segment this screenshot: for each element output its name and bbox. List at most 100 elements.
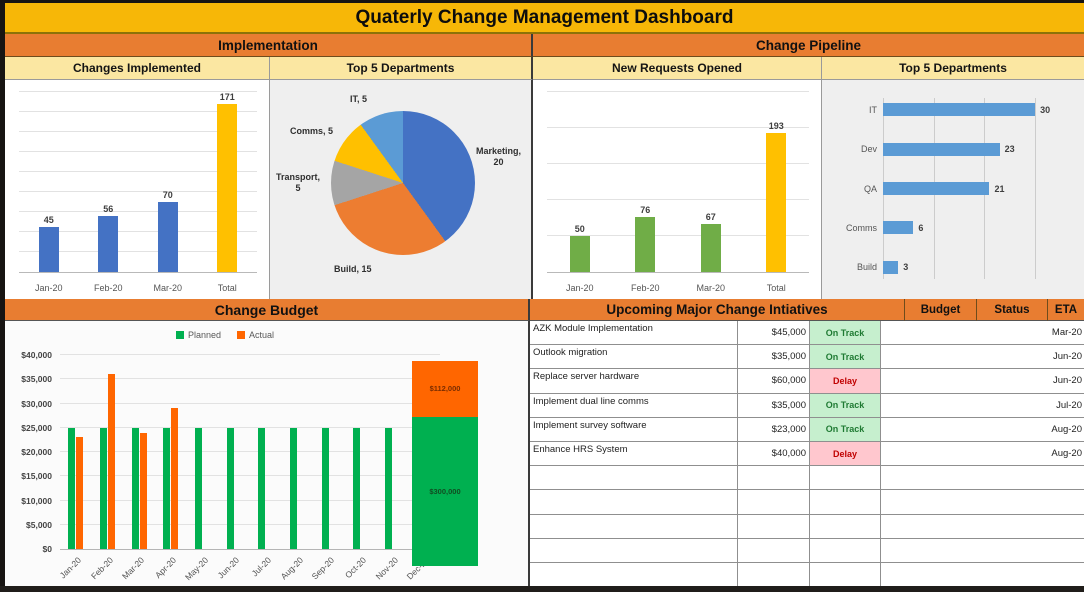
pie-label-build: Build, 15 — [334, 264, 372, 275]
pie-label-comms: Comms, 5 — [290, 126, 333, 137]
bar-pair — [258, 355, 273, 549]
ytick-label: $40,000 — [4, 350, 52, 360]
legend-label: Actual — [249, 330, 274, 340]
section-header-implementation: Implementation — [5, 34, 533, 57]
table-row: Outlook migration$35,000On TrackJun-20 — [530, 345, 1084, 369]
bar-group: 56 — [79, 92, 139, 272]
column-header-eta: ETA — [1048, 299, 1084, 321]
bar-group: Build3 — [822, 248, 1076, 287]
bar-jan-20 — [39, 227, 59, 272]
bar-group: 171 — [198, 92, 258, 272]
bar-group — [60, 355, 92, 549]
bar-pair — [195, 355, 210, 549]
subheader-row: Changes Implemented Top 5 Departments Ne… — [5, 57, 1084, 80]
bar-group: 67 — [678, 92, 744, 272]
bar-dev — [883, 143, 1000, 156]
cell-eta — [881, 466, 1084, 489]
cell-status — [810, 563, 881, 586]
bar-group: 76 — [613, 92, 679, 272]
data-label: 70 — [163, 190, 173, 200]
data-label: 67 — [706, 212, 716, 222]
bar-jan-20 — [570, 236, 590, 272]
ytick-label: $30,000 — [4, 399, 52, 409]
cell-eta: Jun-20 — [881, 345, 1084, 368]
bar-planned — [227, 428, 234, 549]
cell-eta: Mar-20 — [881, 321, 1084, 344]
stacked-segment-actual: $112,000 — [412, 361, 478, 417]
plot-area: 455670171 — [19, 92, 257, 273]
data-label: 6 — [918, 223, 923, 233]
ytick-label: $5,000 — [4, 520, 52, 530]
cell-budget — [738, 466, 810, 489]
ytick-label: $15,000 — [4, 471, 52, 481]
section-header-change-pipeline: Change Pipeline — [533, 34, 1084, 57]
chart-top5-departments-pie: Marketing, 20Build, 15Transport, 5Comms,… — [270, 80, 533, 299]
cell-initiative-name — [530, 539, 738, 562]
bar-mar-20 — [701, 224, 721, 272]
cell-initiative-name — [530, 563, 738, 586]
cell-budget: $35,000 — [738, 345, 810, 368]
data-label: 3 — [903, 262, 908, 272]
bar-planned — [353, 428, 360, 549]
bar-series: 507667193 — [547, 92, 809, 272]
stacked-total-bar: $112,000$300,000 — [412, 361, 478, 566]
bar-group — [377, 355, 409, 549]
charts-row: 455670171Jan-20Feb-20Mar-20Total Marketi… — [5, 80, 1084, 299]
bar-planned — [290, 428, 297, 549]
bar-qa — [883, 182, 989, 195]
bar-actual — [108, 374, 115, 549]
bar-comms — [883, 221, 913, 234]
lower-header-row: Change Budget Upcoming Major Change Inti… — [5, 299, 1084, 321]
ytick-label: $0 — [4, 544, 52, 554]
category-axis: Jan-20Feb-20Mar-20Total — [19, 283, 257, 293]
bar-group: IT30 — [822, 90, 1076, 129]
legend-item-actual: Actual — [237, 330, 274, 340]
bar-planned — [322, 428, 329, 549]
table-row: Implement survey software$23,000On Track… — [530, 418, 1084, 442]
axis-label: Jan-20 — [19, 283, 79, 293]
header-upcoming-initiatives: Upcoming Major Change Intiatives — [530, 299, 905, 321]
chart-changes-implemented: 455670171Jan-20Feb-20Mar-20Total — [5, 80, 270, 299]
legend-swatch — [237, 331, 245, 339]
bottom-row: PlannedActual$0$5,000$10,000$15,000$20,0… — [5, 321, 1084, 586]
pie-chart — [331, 111, 475, 255]
cell-status — [810, 490, 881, 513]
legend-item-planned: Planned — [176, 330, 221, 340]
cell-initiative-name: Replace server hardware — [530, 369, 738, 392]
bar-pair — [100, 355, 115, 549]
bar-mar-20 — [158, 202, 178, 272]
axis-label: Comms — [822, 223, 883, 233]
pie-label-marketing: Marketing, 20 — [476, 146, 521, 168]
data-label: 193 — [769, 121, 784, 131]
bar-planned — [132, 428, 139, 549]
bar-group — [250, 355, 282, 549]
bar-group — [92, 355, 124, 549]
chart-new-requests-opened: 507667193Jan-20Feb-20Mar-20Total — [533, 80, 822, 299]
dashboard: Quaterly Change Management Dashboard Imp… — [0, 0, 1084, 592]
table-row: Enhance HRS System$40,000DelayAug-20 — [530, 442, 1084, 466]
axis-label: Total — [198, 283, 258, 293]
cell-budget: $35,000 — [738, 394, 810, 417]
bar-group: 70 — [138, 92, 198, 272]
legend-label: Planned — [188, 330, 221, 340]
bar-group: Dev23 — [822, 129, 1076, 168]
table-row: AZK Module Implementation$45,000On Track… — [530, 321, 1084, 345]
cell-initiative-name — [530, 466, 738, 489]
bar-feb-20 — [635, 217, 655, 272]
ytick-label: $10,000 — [4, 496, 52, 506]
cell-initiative-name: Enhance HRS System — [530, 442, 738, 465]
cell-budget: $45,000 — [738, 321, 810, 344]
cell-budget — [738, 563, 810, 586]
plot-area: IT30Dev23QA21Comms6Build3 — [822, 90, 1076, 287]
page-title: Quaterly Change Management Dashboard — [5, 3, 1084, 34]
bar-it — [883, 103, 1035, 116]
bar-pair — [322, 355, 337, 549]
header-change-budget: Change Budget — [5, 299, 530, 321]
data-label: 56 — [103, 204, 113, 214]
data-label: 23 — [1005, 144, 1015, 154]
bar-group — [123, 355, 155, 549]
bar-build — [883, 261, 898, 274]
cell-budget: $60,000 — [738, 369, 810, 392]
cell-initiative-name: AZK Module Implementation — [530, 321, 738, 344]
bar-pair — [290, 355, 305, 549]
